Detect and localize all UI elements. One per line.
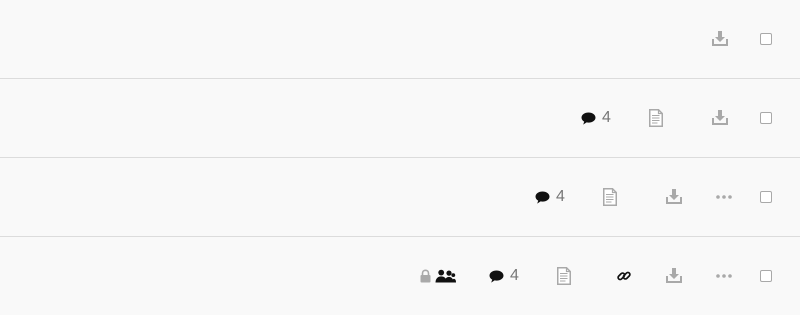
comment-count: 4 (510, 267, 519, 284)
download-icon[interactable] (665, 189, 683, 205)
list-item (0, 0, 800, 79)
comment-icon (581, 112, 596, 125)
comments-button[interactable]: 4 (581, 110, 611, 126)
select-checkbox[interactable] (760, 33, 772, 45)
comment-icon (489, 270, 504, 283)
comment-count: 4 (556, 188, 565, 205)
document-icon[interactable] (557, 267, 571, 285)
shared-users-icon (435, 269, 456, 283)
file-list: 4 4 4 (0, 0, 800, 315)
select-checkbox[interactable] (760, 270, 772, 282)
document-icon[interactable] (603, 188, 617, 206)
download-icon[interactable] (665, 268, 683, 284)
comment-count: 4 (602, 109, 611, 126)
sharing-status[interactable] (420, 269, 456, 283)
more-icon[interactable] (716, 274, 732, 278)
lock-icon (420, 269, 431, 283)
select-checkbox[interactable] (760, 112, 772, 124)
comments-button[interactable]: 4 (535, 189, 565, 205)
comments-button[interactable]: 4 (489, 268, 519, 284)
document-icon[interactable] (649, 109, 663, 127)
list-item: 4 (0, 79, 800, 158)
link-icon[interactable] (617, 269, 631, 283)
download-icon[interactable] (711, 31, 729, 47)
comment-icon (535, 191, 550, 204)
more-icon[interactable] (716, 195, 732, 199)
download-icon[interactable] (711, 110, 729, 126)
list-item: 4 (0, 237, 800, 315)
select-checkbox[interactable] (760, 191, 772, 203)
list-item: 4 (0, 158, 800, 237)
